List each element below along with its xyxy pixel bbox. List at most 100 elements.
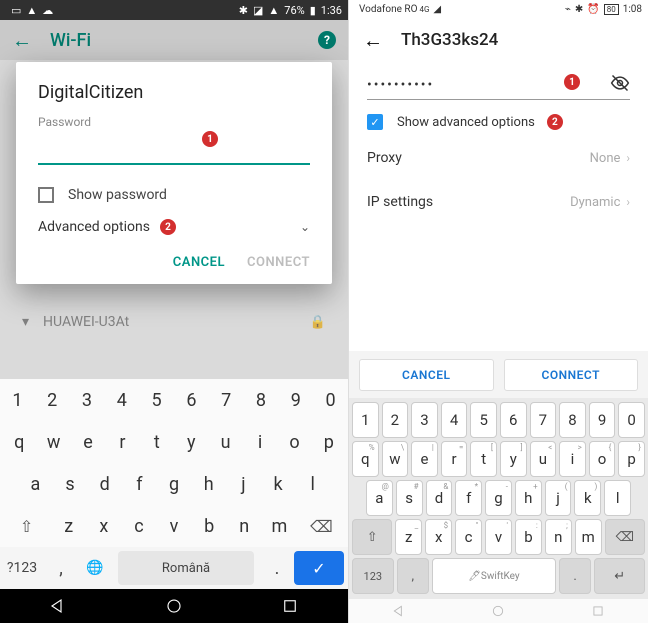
key-k[interactable]: k (261, 463, 296, 505)
period-key[interactable]: . (260, 547, 294, 589)
key-4[interactable]: 4 (104, 379, 139, 421)
key-7[interactable]: 7 (209, 379, 244, 421)
key-f[interactable]: f (122, 463, 157, 505)
proxy-row[interactable]: Proxy None › (349, 136, 648, 180)
cancel-button[interactable]: CANCEL (359, 359, 494, 391)
visibility-off-icon[interactable] (610, 73, 630, 97)
key-d[interactable]: d& (426, 480, 453, 516)
spacebar[interactable]: Română (118, 551, 254, 585)
key-m[interactable]: m (262, 505, 297, 547)
key-9[interactable]: 9 (589, 402, 616, 438)
key-z[interactable]: z_ (395, 519, 422, 555)
period-key[interactable]: . (559, 558, 591, 594)
key-o[interactable]: o (277, 421, 311, 463)
enter-key[interactable]: ↵ (594, 558, 645, 594)
key-t[interactable]: t (140, 421, 174, 463)
password-input[interactable]: •••••••••• 1 (367, 70, 630, 100)
nav-back-icon[interactable] (392, 604, 406, 618)
checkbox-unchecked-icon[interactable] (38, 187, 54, 203)
key-7[interactable]: 7 (530, 402, 557, 438)
key-q[interactable]: q% (352, 441, 379, 477)
advanced-options-row[interactable]: Advanced options 2 ⌄ (38, 219, 310, 235)
symbols-key[interactable]: 123 (352, 558, 394, 594)
key-e[interactable]: e (71, 421, 105, 463)
checkbox-checked-icon[interactable]: ✓ (367, 114, 383, 130)
connect-button[interactable]: CONNECT (504, 359, 639, 391)
key-1[interactable]: 1 (0, 379, 35, 421)
comma-key[interactable]: , (44, 547, 78, 589)
enter-key[interactable]: ✓ (294, 551, 344, 585)
key-y[interactable]: y] (500, 441, 527, 477)
key-a[interactable]: a (18, 463, 53, 505)
key-4[interactable]: 4 (441, 402, 468, 438)
key-l[interactable]: l (295, 463, 330, 505)
key-e[interactable]: e| (411, 441, 438, 477)
key-i[interactable]: i> (559, 441, 586, 477)
key-p[interactable]: p} (618, 441, 645, 477)
key-c[interactable]: c" (455, 519, 482, 555)
backspace-key[interactable]: ⌫ (605, 519, 645, 555)
connect-button[interactable]: CONNECT (247, 255, 310, 270)
show-advanced-row[interactable]: ✓ Show advanced options 2 (367, 114, 630, 130)
key-k[interactable]: k) (574, 480, 601, 516)
language-key[interactable]: 🌐 (78, 547, 112, 589)
nav-recent-icon[interactable] (281, 597, 299, 615)
key-0[interactable]: 0 (313, 379, 348, 421)
key-h[interactable]: h (191, 463, 226, 505)
key-t[interactable]: t[ (470, 441, 497, 477)
key-w[interactable]: w (36, 421, 70, 463)
nav-back-icon[interactable] (49, 597, 67, 615)
key-5[interactable]: 5 (470, 402, 497, 438)
backspace-key[interactable]: ⌫ (297, 505, 346, 547)
key-g[interactable]: g- (485, 480, 512, 516)
back-icon[interactable]: ← (12, 28, 32, 53)
key-n[interactable]: n; (545, 519, 572, 555)
key-3[interactable]: 3 (70, 379, 105, 421)
key-o[interactable]: o{ (589, 441, 616, 477)
key-p[interactable]: p (312, 421, 346, 463)
wifi-list-item[interactable]: ▾ HUAWEI-U3At 🔒 (0, 302, 348, 342)
key-m[interactable]: m (575, 519, 602, 555)
key-c[interactable]: c (121, 505, 156, 547)
key-g[interactable]: g (157, 463, 192, 505)
key-1[interactable]: 1 (352, 402, 379, 438)
comma-key[interactable]: , (397, 558, 429, 594)
shift-key[interactable]: ⇧ (2, 505, 51, 547)
key-v[interactable]: v (156, 505, 191, 547)
key-b[interactable]: b: (515, 519, 542, 555)
key-z[interactable]: z (51, 505, 86, 547)
key-j[interactable]: j (226, 463, 261, 505)
key-d[interactable]: d (87, 463, 122, 505)
spacebar[interactable]: 🖊 SwiftKey (432, 558, 556, 594)
show-password-row[interactable]: Show password (38, 187, 310, 203)
symbols-key[interactable]: ?123 (0, 547, 44, 589)
key-n[interactable]: n (227, 505, 262, 547)
key-3[interactable]: 3 (411, 402, 438, 438)
key-h[interactable]: h+ (515, 480, 542, 516)
key-i[interactable]: i (243, 421, 277, 463)
help-icon[interactable]: ? (318, 31, 336, 49)
nav-home-icon[interactable] (491, 604, 505, 618)
ip-settings-row[interactable]: IP settings Dynamic › (349, 180, 648, 224)
key-l[interactable]: l (604, 480, 631, 516)
key-r[interactable]: r (105, 421, 139, 463)
key-2[interactable]: 2 (382, 402, 409, 438)
password-input[interactable]: 1 (38, 133, 310, 165)
key-s[interactable]: s (53, 463, 88, 505)
key-9[interactable]: 9 (278, 379, 313, 421)
key-r[interactable]: r= (441, 441, 468, 477)
key-8[interactable]: 8 (559, 402, 586, 438)
key-v[interactable]: v' (485, 519, 512, 555)
key-a[interactable]: a@ (366, 480, 393, 516)
key-q[interactable]: q (2, 421, 36, 463)
nav-recent-icon[interactable] (591, 604, 605, 618)
key-2[interactable]: 2 (35, 379, 70, 421)
nav-home-icon[interactable] (165, 597, 183, 615)
key-s[interactable]: s# (396, 480, 423, 516)
key-f[interactable]: f* (455, 480, 482, 516)
key-j[interactable]: j( (545, 480, 572, 516)
key-w[interactable]: w\ (382, 441, 409, 477)
key-x[interactable]: x (86, 505, 121, 547)
key-y[interactable]: y (174, 421, 208, 463)
key-u[interactable]: u< (530, 441, 557, 477)
